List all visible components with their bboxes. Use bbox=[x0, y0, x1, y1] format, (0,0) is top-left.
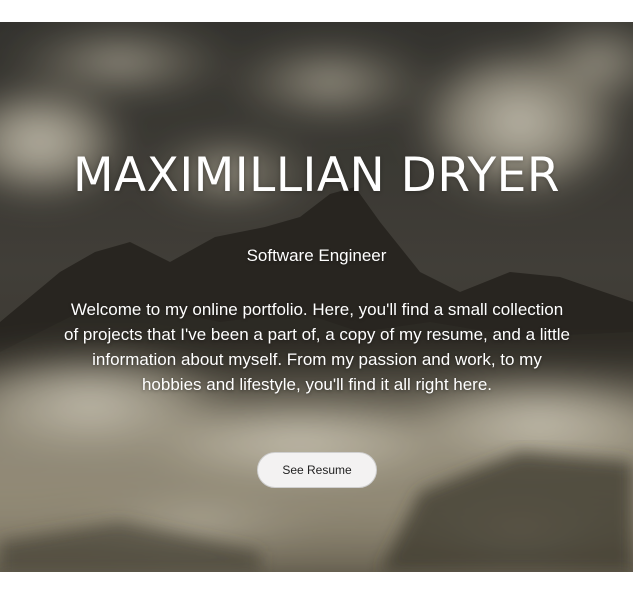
hero-subtitle: Software Engineer bbox=[246, 246, 387, 265]
hero-content: MAXIMILLIAN DRYER Software Engineer Welc… bbox=[0, 22, 633, 572]
hero-section: MAXIMILLIAN DRYER Software Engineer Welc… bbox=[0, 22, 633, 572]
see-resume-button[interactable]: See Resume bbox=[257, 452, 377, 488]
hero-intro-text: Welcome to my online portfolio. Here, yo… bbox=[64, 300, 570, 394]
hero-title: MAXIMILLIAN DRYER bbox=[72, 148, 561, 203]
page: MAXIMILLIAN DRYER Software Engineer Welc… bbox=[0, 0, 633, 602]
